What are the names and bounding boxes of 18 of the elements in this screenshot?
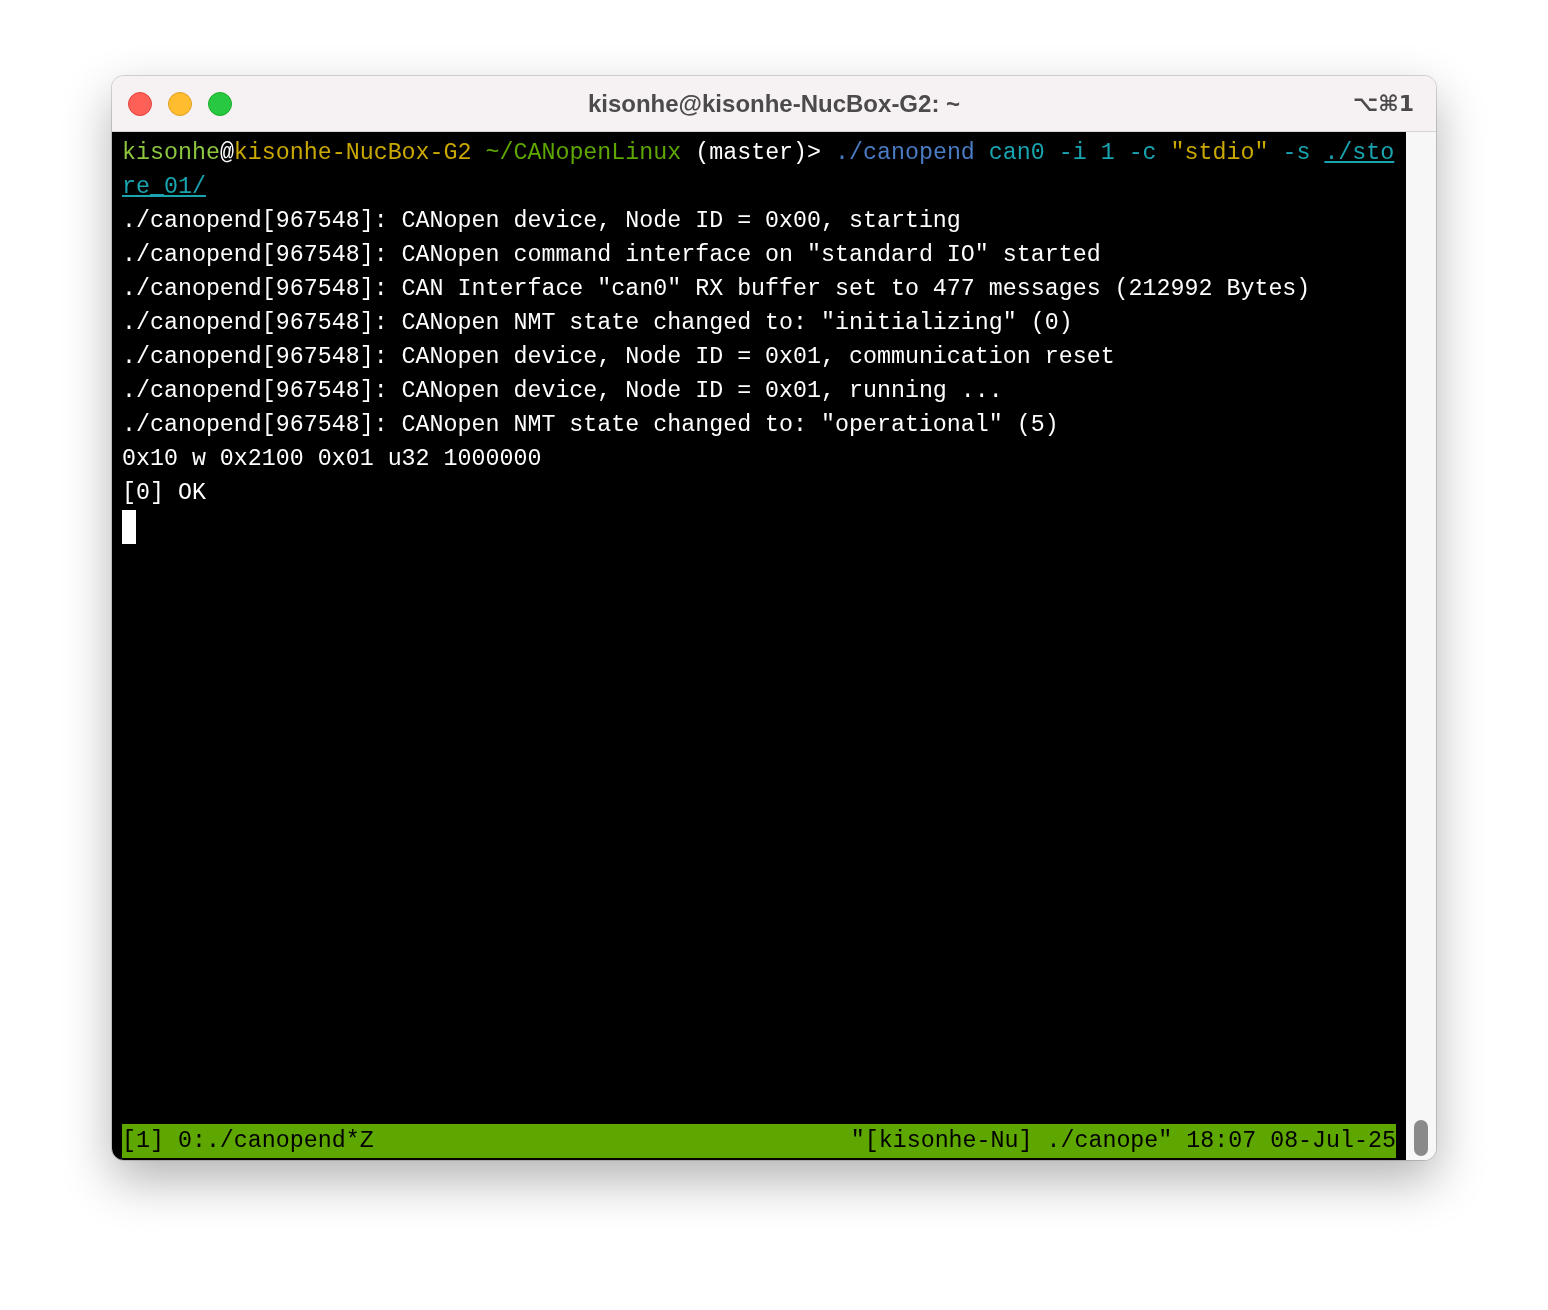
window-title: kisonhe@kisonhe-NucBox-G2: ~ bbox=[587, 89, 961, 118]
status-window-list: [1] 0:./canopend*Z bbox=[122, 1124, 374, 1158]
output-line: ./canopend[967548]: CANopen device, Node ID = 0x01, running ... bbox=[122, 377, 1004, 406]
output-line: ./canopend[967548]: CANopen device, Node ID = 0x01, communication reset bbox=[122, 343, 1116, 372]
output-line: ./canopend[967548]: CANopen device, Node ID = 0x00, starting bbox=[122, 207, 962, 236]
output-line: ./canopend[967548]: CANopen NMT state changed to: "initializing" (0) bbox=[122, 309, 1074, 338]
output-line: [0] OK bbox=[122, 479, 207, 508]
status-info: "[kisonhe-Nu] ./canope" 18:07 08-Jul-25 bbox=[850, 1127, 1396, 1156]
minimize-button[interactable] bbox=[168, 91, 192, 116]
zoom-button[interactable] bbox=[208, 91, 232, 116]
tab-shortcut: ⌥⌘1 bbox=[1352, 91, 1415, 116]
output-line: ./canopend[967548]: CANopen NMT state changed to: "operational" (5) bbox=[122, 411, 1060, 440]
output-line: ./canopend[967548]: CANopen command interface on "standard IO" started bbox=[122, 241, 1102, 270]
prompt-line: kisonhe@kisonhe-NucBox-G2 ~/CANopenLinux (master)> ./canopend can0 -i 1 -c "stdio" -s ./store_01/ bbox=[122, 139, 1396, 202]
output-line: 0x10 w 0x2100 0x01 u32 1000000 bbox=[122, 445, 543, 474]
output-line: ./canopend[967548]: CAN Interface "can0" RX buffer set to 477 messages (212992 Bytes) bbox=[122, 275, 1312, 304]
scrollbar-thumb[interactable] bbox=[1414, 1120, 1428, 1156]
close-button[interactable] bbox=[128, 91, 152, 116]
